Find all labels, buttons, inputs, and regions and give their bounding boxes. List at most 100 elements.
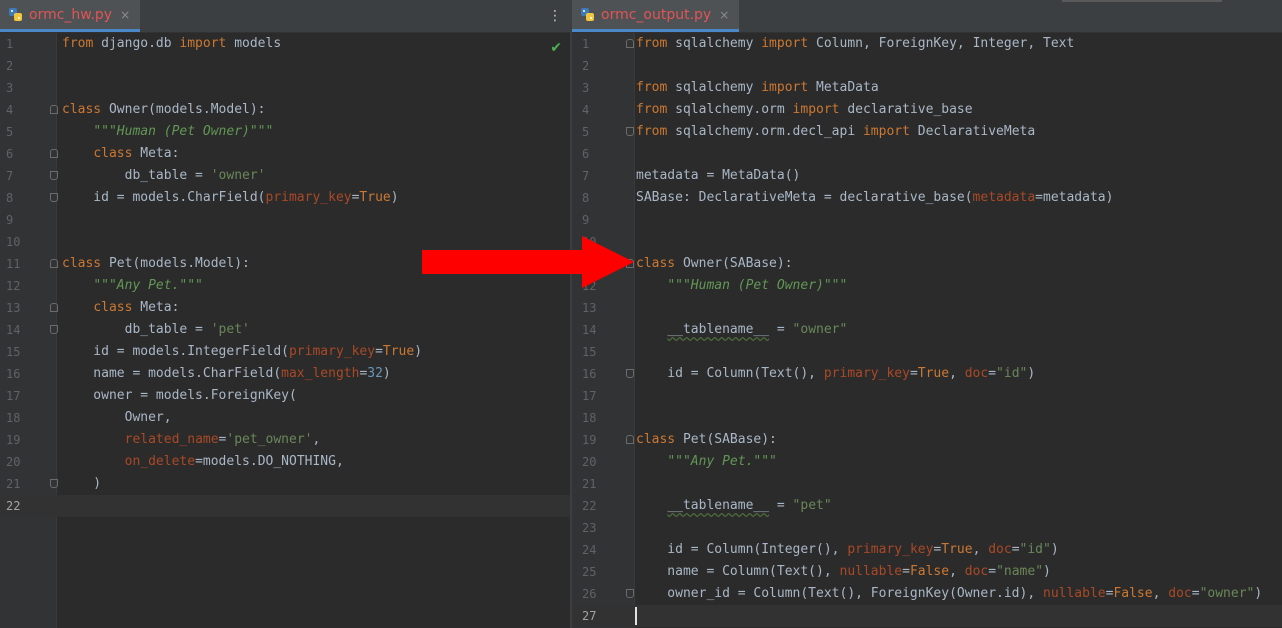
code-token: DeclarativeMeta (909, 124, 1036, 139)
code-token: """Any Pet.""" (667, 454, 777, 469)
code-line[interactable]: 1 from django.db import models (0, 33, 570, 55)
fold-marker-icon[interactable] (626, 39, 634, 48)
code-line[interactable]: 15 id = models.IntegerField(primary_key=… (0, 341, 570, 363)
code-text: id = Column(Text(), primary_key=True, do… (636, 363, 1035, 385)
code-token: """Human (Pet Owner)""" (667, 278, 848, 293)
code-line[interactable]: 9 (0, 209, 570, 231)
code-line[interactable]: 4 from sqlalchemy.orm import declarative_… (572, 99, 1282, 121)
tab-ormc-hw[interactable]: ormc_hw.py × (0, 0, 141, 32)
code-line[interactable]: 19 class Pet(SABase): (572, 429, 1282, 451)
code-line[interactable]: 26 owner_id = Column(Text(), ForeignKey(… (572, 583, 1282, 605)
code-token: Pet(models.Model): (101, 256, 250, 271)
fold-marker-icon[interactable] (50, 149, 58, 158)
code-line[interactable]: 3 from sqlalchemy import MetaData (572, 77, 1282, 99)
code-line[interactable]: 7 db_table = 'owner' (0, 165, 570, 187)
code-token: 32 (367, 366, 383, 381)
code-token: import (761, 80, 809, 95)
fold-marker-icon[interactable] (626, 127, 634, 136)
code-token: False (1113, 586, 1153, 601)
code-line[interactable]: 21 (572, 473, 1282, 495)
fold-marker-icon[interactable] (50, 259, 58, 268)
fold-marker-icon[interactable] (50, 479, 58, 488)
line-number: 23 (582, 521, 597, 535)
code-line[interactable]: 6 (572, 143, 1282, 165)
fold-marker-icon[interactable] (50, 105, 58, 114)
code-token: Meta: (132, 300, 180, 315)
code-line[interactable]: 2 (572, 55, 1282, 77)
code-line[interactable]: 16 name = models.CharField(max_length=32… (0, 363, 570, 385)
code-token: True (382, 344, 415, 359)
close-icon[interactable]: × (719, 8, 729, 22)
code-line[interactable]: 9 (572, 209, 1282, 231)
code-token: """Human (Pet Owner)""" (93, 124, 274, 139)
fold-marker-icon[interactable] (50, 171, 58, 180)
code-line[interactable]: 6 class Meta: (0, 143, 570, 165)
code-token: __tablename__ (667, 498, 770, 513)
line-number: 13 (6, 301, 21, 315)
code-line[interactable]: 14 __tablename__ = "owner" (572, 319, 1282, 341)
tab-ormc-output[interactable]: ormc_output.py × (572, 0, 740, 32)
code-line[interactable]: 20 on_delete=models.DO_NOTHING, (0, 451, 570, 473)
left-code-area[interactable]: 1 from django.db import models 2 3 4 class Ow… (0, 33, 570, 628)
code-text: name = models.CharField(max_length=32) (62, 363, 390, 385)
fold-marker-icon[interactable] (626, 369, 634, 378)
line-number: 2 (6, 59, 14, 73)
code-line[interactable]: 5 from sqlalchemy.orm.decl_api import Dec… (572, 121, 1282, 143)
code-line[interactable]: 15 (572, 341, 1282, 363)
code-line[interactable]: 22 __tablename__ = "pet" (572, 495, 1282, 517)
code-line[interactable]: 1 from sqlalchemy import Column, ForeignK… (572, 33, 1282, 55)
code-line[interactable]: 14 db_table = 'pet' (0, 319, 570, 341)
code-text: from sqlalchemy import MetaData (636, 77, 879, 99)
code-line[interactable]: 22 (0, 495, 570, 517)
code-line[interactable]: 24 id = Column(Integer(), primary_key = Tr… (572, 539, 1282, 561)
code-line[interactable]: 16 id = Column(Text(), primary_key=True,… (572, 363, 1282, 385)
code-text: class Meta: (62, 297, 179, 319)
code-line[interactable]: 18 Owner, (0, 407, 570, 429)
code-line[interactable]: 7 metadata = MetaData() (572, 165, 1282, 187)
code-line[interactable]: 8 id = models.CharField(primary_key=True… (0, 187, 570, 209)
line-number: 25 (582, 565, 597, 579)
code-line[interactable]: 12 """Human (Pet Owner)""" (572, 275, 1282, 297)
fold-marker-icon[interactable] (626, 589, 634, 598)
tab-filename: ormc_hw.py (29, 6, 113, 23)
code-token: import (761, 36, 809, 51)
code-line[interactable]: 8 SABase: DeclarativeMeta = declarative_b… (572, 187, 1282, 209)
code-line[interactable]: 18 (572, 407, 1282, 429)
line-number: 7 (6, 169, 14, 183)
right-editor-pane: ormc_output.py × 1 from sqlalchemy import… (572, 0, 1282, 628)
code-line[interactable]: 20 """Any Pet.""" (572, 451, 1282, 473)
code-line[interactable]: 10 (572, 231, 1282, 253)
right-code-area[interactable]: 1 from sqlalchemy import Column, ForeignK… (572, 33, 1282, 628)
code-token: class (636, 256, 676, 271)
code-line[interactable]: 2 (0, 55, 570, 77)
line-number: 2 (582, 59, 590, 73)
inspection-ok-icon[interactable]: ✔ (550, 40, 562, 56)
code-line[interactable]: 21 ) (0, 473, 570, 495)
code-line[interactable]: 4 class Owner(models.Model): (0, 99, 570, 121)
fold-marker-icon[interactable] (626, 435, 634, 444)
line-number: 16 (6, 367, 21, 381)
code-line[interactable]: 3 (0, 77, 570, 99)
code-line[interactable]: 23 (572, 517, 1282, 539)
code-token: class (62, 256, 102, 271)
code-line[interactable]: 13 class Meta: (0, 297, 570, 319)
code-token: MetaData (808, 80, 879, 95)
fold-marker-icon[interactable] (50, 193, 58, 202)
more-options-icon[interactable]: ⋮ (548, 8, 562, 24)
code-line[interactable]: 27 (572, 605, 1282, 627)
code-line[interactable]: 17 (572, 385, 1282, 407)
code-token: ) (1027, 366, 1036, 381)
code-token: primary_key (823, 366, 910, 381)
code-line[interactable]: 13 (572, 297, 1282, 319)
code-token: __tablename__ (667, 322, 770, 337)
code-line[interactable]: 17 owner = models.ForeignKey( (0, 385, 570, 407)
code-line[interactable]: 19 related_name='pet_owner', (0, 429, 570, 451)
close-icon[interactable]: × (120, 8, 130, 22)
code-line[interactable]: 11class Owner(SABase): (572, 253, 1282, 275)
code-line[interactable]: 25 name = Column(Text(), nullable=False,… (572, 561, 1282, 583)
fold-marker-icon[interactable] (50, 303, 58, 312)
code-token: = (1191, 586, 1200, 601)
code-token: owner = models.ForeignKey( (62, 388, 297, 403)
code-line[interactable]: 5 """Human (Pet Owner)""" (0, 121, 570, 143)
fold-marker-icon[interactable] (50, 325, 58, 334)
